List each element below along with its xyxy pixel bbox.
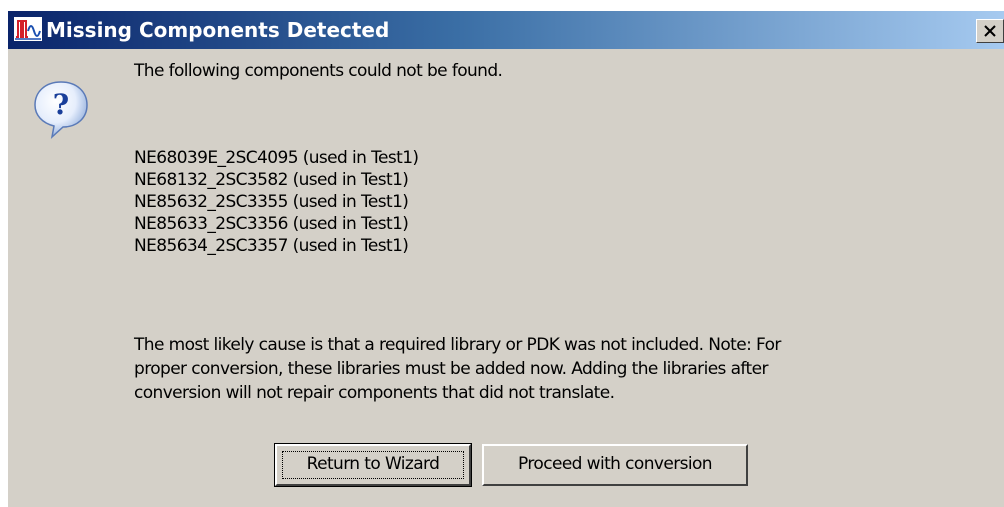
proceed-with-conversion-label: Proceed with conversion	[518, 454, 712, 474]
list-item: NE68132_2SC3582 (used in Test1)	[134, 170, 409, 190]
intro-text: The following components could not be fo…	[134, 61, 503, 81]
missing-components-list: NE68039E_2SC4095 (used in Test1) NE68132…	[134, 147, 419, 257]
list-item: NE85633_2SC3356 (used in Test1)	[134, 214, 409, 234]
cause-line: proper conversion, these libraries must …	[134, 359, 768, 379]
return-to-wizard-button[interactable]: Return to Wizard	[274, 443, 472, 487]
cause-message: The most likely cause is that a required…	[134, 333, 781, 405]
close-icon	[984, 25, 996, 37]
list-item: NE85632_2SC3355 (used in Test1)	[134, 192, 409, 212]
waveform-app-icon	[14, 17, 42, 41]
dialog-window: Missing Components Detected ? The follow…	[7, 10, 1004, 507]
close-button[interactable]	[976, 19, 1004, 43]
cause-line: The most likely cause is that a required…	[134, 335, 781, 355]
title-bar[interactable]: Missing Components Detected	[8, 11, 1004, 49]
focus-rect	[282, 451, 464, 479]
proceed-with-conversion-button[interactable]: Proceed with conversion	[482, 444, 748, 486]
svg-text:?: ?	[53, 88, 69, 121]
window-title: Missing Components Detected	[46, 18, 390, 42]
cause-line: conversion will not repair components th…	[134, 383, 615, 403]
question-icon: ?	[34, 81, 88, 140]
list-item: NE68039E_2SC4095 (used in Test1)	[134, 148, 419, 168]
list-item: NE85634_2SC3357 (used in Test1)	[134, 236, 409, 256]
